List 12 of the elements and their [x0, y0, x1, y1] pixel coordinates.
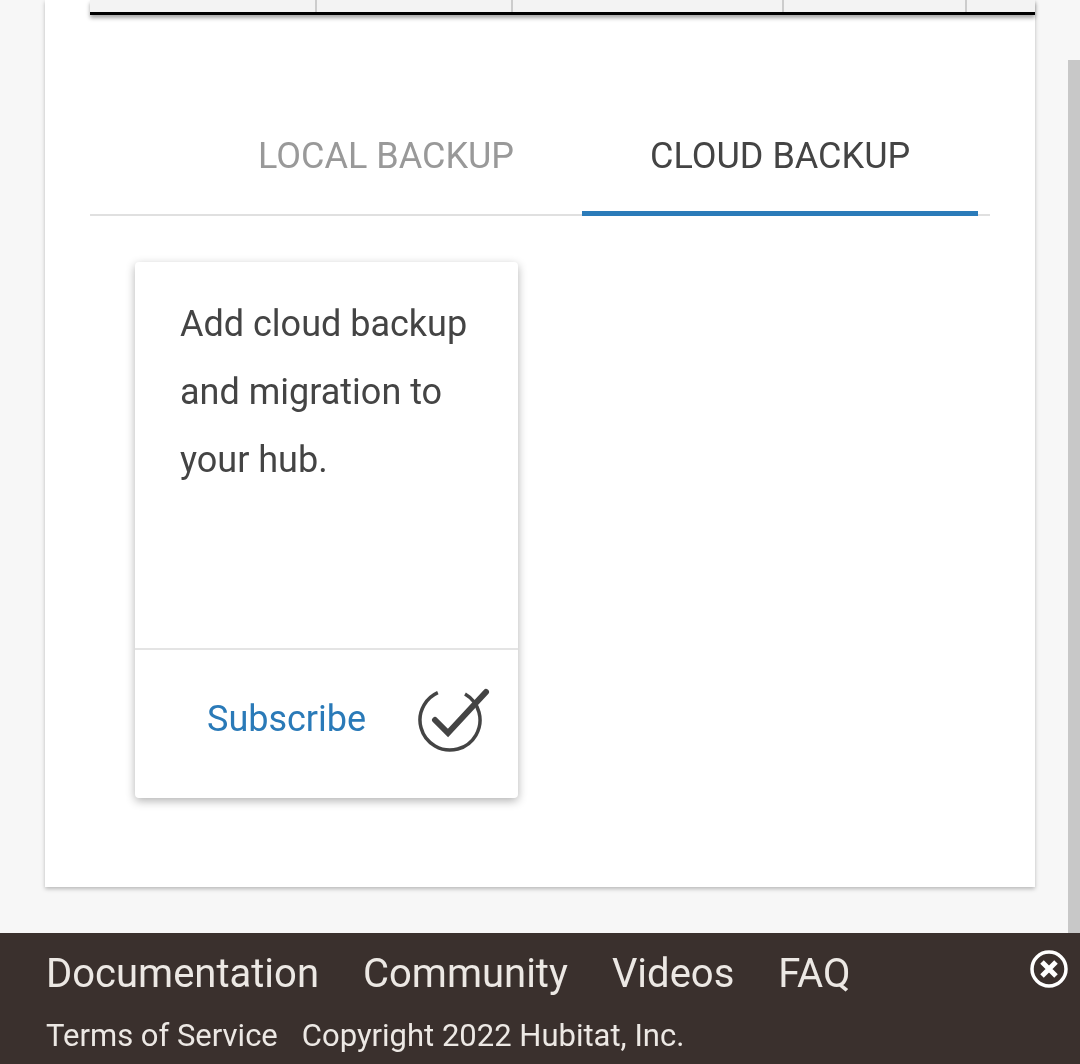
footer-link[interactable]: Videos [611, 944, 735, 1004]
footer-link[interactable]: Community [363, 944, 568, 1004]
footer-link[interactable]: FAQ [778, 944, 851, 1004]
checkmark-icon [418, 686, 491, 752]
scrollbar[interactable] [1068, 60, 1080, 933]
footer-link[interactable]: Documentation [46, 944, 319, 1004]
plan-description: Add cloud backup and migration to your hub. [135, 262, 518, 650]
copyright-text: Copyright 2022 Hubitat, Inc. [301, 1016, 685, 1056]
close-icon[interactable] [1029, 949, 1069, 989]
tab[interactable]: CLOUD BACKUP [582, 100, 979, 216]
terms-link[interactable]: Terms of Service [46, 1013, 278, 1060]
subscribe-link[interactable]: Subscribe [207, 692, 367, 746]
